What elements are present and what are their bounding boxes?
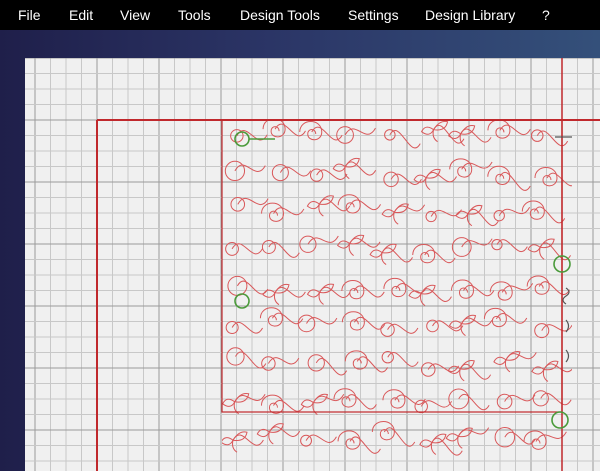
pattern-meander [234,164,266,173]
pattern-leaf [408,290,422,299]
pattern-meander [267,357,300,365]
pattern-stem [539,247,545,260]
pattern-leaf [348,234,365,245]
pattern-stem [268,431,274,445]
pattern-meander [273,399,305,412]
pattern-stem [348,243,354,256]
pattern-swirl [521,200,545,220]
pattern-stem [542,369,549,382]
pattern-stem [318,203,324,217]
pattern-leaf [527,244,541,253]
pattern-swirl [412,244,436,264]
pattern-meander [467,208,499,227]
pattern-meander [383,427,416,447]
pattern-stem [425,177,431,191]
pattern-leaf [232,431,248,442]
pattern-swirl [483,307,507,328]
pattern-stem [381,252,387,266]
pattern-meander [306,317,338,325]
pattern-swirl [344,350,368,370]
pattern-meander [425,171,457,183]
pattern-stem [459,368,465,382]
pattern-leaf [332,163,346,172]
pattern-swirl [259,307,283,327]
pattern-stem [393,212,399,225]
pattern-swirl [262,120,286,138]
pattern-leaf [262,289,276,298]
pattern-meander [234,394,266,403]
pattern-meander [274,123,306,137]
pattern-stem [430,442,437,455]
pattern-swirl [261,202,285,222]
pattern-meander [356,356,389,373]
pattern-swirl [383,277,407,298]
pattern-swirl [337,430,361,450]
pattern-swirl [449,158,473,178]
pattern-meander [393,204,426,213]
pattern-stem [504,359,511,373]
pattern-meander [420,400,453,408]
pattern-leaf [393,203,409,214]
pattern-leaf [318,283,335,294]
pattern-meander [235,351,267,369]
pattern-meander [461,238,493,248]
pattern-meander [268,426,301,437]
pattern-leaf [420,284,436,295]
pattern-swirl [260,394,284,414]
pattern-leaf [268,423,284,433]
pattern-meander [274,286,306,298]
pattern-leaf [448,320,463,329]
pattern-stem [466,213,473,227]
pattern-meander [501,283,534,293]
pattern-swirl [526,275,550,295]
pattern-meander [349,237,381,248]
pattern-stem [318,292,324,305]
pattern-swirl [341,311,365,331]
pattern-swirl [299,120,323,141]
pattern-leaf [300,399,315,408]
pattern-stem [273,292,280,306]
pattern-meander [236,280,269,295]
pattern-meander [538,281,571,296]
pattern-meander [353,285,385,298]
pattern-leaf [222,398,236,407]
pattern-meander [268,241,300,258]
pattern-leaf [306,201,321,210]
pattern-leaf [448,130,462,139]
pattern-leaf [457,427,473,438]
pattern-meander [273,207,305,216]
pattern-leaf [445,433,459,442]
pattern-meander [461,161,493,170]
pattern-meander [459,363,492,380]
quilting-pattern [222,120,572,456]
pattern-meander [387,323,419,334]
pattern-stem [457,436,463,449]
pattern-meander [279,166,312,177]
quilt-design-view[interactable] [0,0,600,471]
pattern-leaf [274,283,290,294]
pattern-leaf [420,126,435,135]
pattern-meander [353,316,386,330]
pattern-stem [460,323,466,337]
pattern-meander [424,249,456,264]
pattern-meander [312,394,345,403]
pattern-leaf [337,240,351,249]
pattern-meander [395,283,427,294]
pattern-meander [499,172,531,191]
pattern-meander [533,206,566,224]
pattern-meander [237,197,269,206]
pattern-swirl [450,279,474,299]
pattern-swirl [534,167,558,187]
pattern-leaf [222,437,234,446]
pattern-leaf [419,439,433,448]
pattern-leaf [447,365,461,374]
pattern-meander [315,358,348,376]
